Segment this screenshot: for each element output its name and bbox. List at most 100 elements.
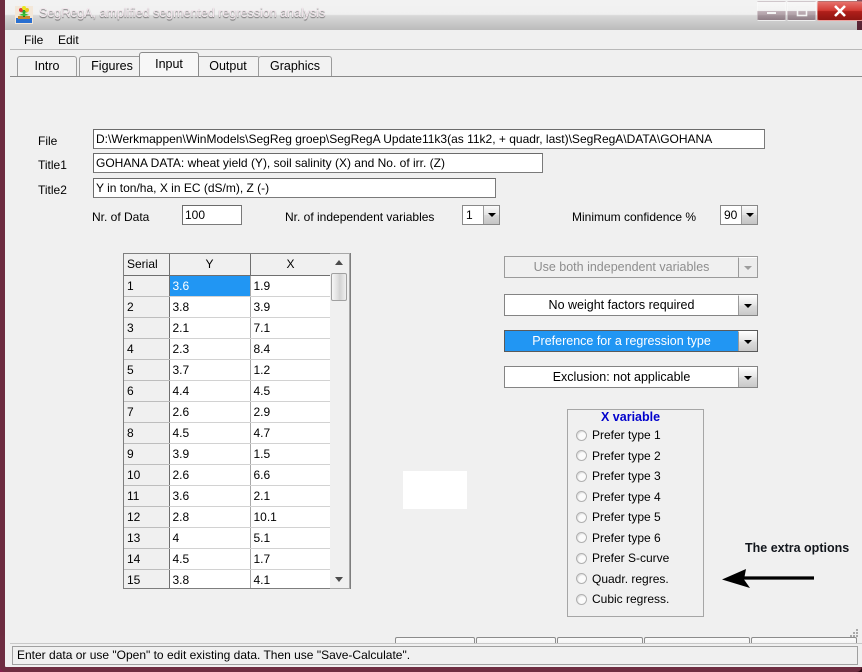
radio-button-icon[interactable] [576,511,587,523]
scroll-down-button[interactable] [330,571,348,588]
cell-x[interactable]: 6.6 [250,464,332,486]
cell-y[interactable]: 3.8 [169,296,251,318]
minimize-button[interactable] [757,1,786,21]
independent-variables-combo-button[interactable] [738,257,757,277]
radio-prefer-option-8[interactable]: Quadr. regres. [576,572,669,586]
table-row[interactable]: 7 2.6 2.9 [124,401,332,423]
nr-of-data-input[interactable]: 100 [182,205,242,225]
tab-graphics[interactable]: Graphics [258,56,332,76]
title2-input[interactable]: Y in ton/ha, X in EC (dS/m), Z (-) [93,178,496,198]
radio-prefer-option-5[interactable]: Prefer type 5 [576,510,661,524]
cell-x[interactable]: 1.2 [250,359,332,381]
cell-x[interactable]: 4.5 [250,380,332,402]
cell-x[interactable]: 1.5 [250,443,332,465]
cell-y[interactable]: 2.3 [169,338,251,360]
cell-y[interactable]: 4 [169,527,251,549]
scrollbar-thumb[interactable] [331,273,347,301]
radio-prefer-option-7[interactable]: Prefer S-curve [576,551,669,565]
radio-button-icon[interactable] [576,573,587,584]
title-bar[interactable]: SegRegA, amplified segmented regression … [5,0,862,30]
cell-y[interactable]: 3.7 [169,359,251,381]
radio-prefer-option-3[interactable]: Prefer type 3 [576,469,661,483]
maximize-button[interactable] [787,1,816,21]
cell-y[interactable]: 3.8 [169,569,251,588]
regression-type-combo-button[interactable] [738,331,757,351]
radio-prefer-option-6[interactable]: Prefer type 6 [576,531,661,545]
data-grid-scrollbar[interactable] [330,253,350,589]
tab-input[interactable]: Input [139,52,199,76]
table-row[interactable]: 10 2.6 6.6 [124,464,332,486]
cell-x[interactable]: 4.1 [250,569,332,588]
nr-independent-variables-select[interactable]: 1 [462,205,500,225]
cell-y[interactable]: 2.6 [169,464,251,486]
cell-x[interactable]: 3.9 [250,296,332,318]
menu-edit[interactable]: Edit [52,33,85,47]
cell-y[interactable]: 3.6 [169,485,251,507]
title1-input[interactable]: GOHANA DATA: wheat yield (Y), soil salin… [93,153,543,173]
exclusion-combo[interactable]: Exclusion: not applicable [504,366,758,388]
cell-x[interactable]: 1.9 [250,275,332,297]
minimum-confidence-select[interactable]: 90 [720,205,758,225]
regression-type-combo[interactable]: Preference for a regression type [504,330,758,352]
cell-x[interactable]: 10.1 [250,506,332,528]
scroll-up-button[interactable] [330,254,348,271]
radio-button-icon[interactable] [576,429,587,441]
radio-button-icon[interactable] [576,532,587,543]
tab-output[interactable]: Output [196,56,260,76]
table-row[interactable]: 3 2.1 7.1 [124,317,332,339]
radio-prefer-option-9[interactable]: Cubic regress. [576,592,669,606]
column-header-serial[interactable]: Serial [124,254,170,276]
table-row[interactable]: 12 2.8 10.1 [124,506,332,528]
table-row[interactable]: 9 3.9 1.5 [124,443,332,465]
data-grid[interactable]: Serial Y X 1 3.6 1.9 2 3.8 3.9 3 2.1 7.1 4 2.3 8.4 5… [123,253,351,589]
cell-y[interactable]: 3.9 [169,443,251,465]
table-row[interactable]: 13 4 5.1 [124,527,332,549]
close-button[interactable] [817,1,862,21]
radio-prefer-option-1[interactable]: Prefer type 1 [576,428,661,442]
table-row[interactable]: 15 3.8 4.1 [124,569,332,588]
file-input[interactable]: D:\Werkmappen\WinModels\SegReg groep\Seg… [93,129,765,149]
tab-intro[interactable]: Intro [17,56,77,76]
cell-x[interactable]: 4.7 [250,422,332,444]
radio-button-icon[interactable] [576,593,587,605]
cell-y[interactable]: 4.5 [169,422,251,444]
column-header-x[interactable]: X [250,254,332,276]
cell-y[interactable]: 4.4 [169,380,251,402]
table-row[interactable]: 5 3.7 1.2 [124,359,332,381]
radio-prefer-option-4[interactable]: Prefer type 4 [576,490,661,504]
cell-y[interactable]: 2.1 [169,317,251,339]
radio-button-icon[interactable] [576,552,587,564]
cell-x[interactable]: 2.9 [250,401,332,423]
cell-y[interactable]: 3.6 [169,275,251,297]
cell-y[interactable]: 2.8 [169,506,251,528]
weight-factors-combo[interactable]: No weight factors required [504,294,758,316]
nr-independent-variables-dropdown-button[interactable] [483,206,499,224]
radio-button-icon[interactable] [576,491,587,502]
exclusion-combo-button[interactable] [738,367,757,387]
table-row[interactable]: 8 4.5 4.7 [124,422,332,444]
resize-grip-icon[interactable] [846,627,860,641]
cell-x[interactable]: 1.7 [250,548,332,570]
cell-y[interactable]: 2.6 [169,401,251,423]
independent-variables-combo[interactable]: Use both independent variables [504,256,758,278]
weight-factors-combo-button[interactable] [738,295,757,315]
radio-button-icon[interactable] [576,470,587,482]
menu-file[interactable]: File [18,33,49,47]
radio-prefer-option-2[interactable]: Prefer type 2 [576,449,661,463]
table-row[interactable]: 4 2.3 8.4 [124,338,332,360]
cell-x[interactable]: 5.1 [250,527,332,549]
cell-x[interactable]: 7.1 [250,317,332,339]
table-row[interactable]: 1 3.6 1.9 [124,275,332,297]
table-row[interactable]: 11 3.6 2.1 [124,485,332,507]
column-header-y[interactable]: Y [169,254,251,276]
minimum-confidence-dropdown-button[interactable] [741,206,757,224]
cell-serial: 6 [124,380,170,402]
cell-y[interactable]: 4.5 [169,548,251,570]
cell-x[interactable]: 2.1 [250,485,332,507]
table-row[interactable]: 2 3.8 3.9 [124,296,332,318]
tab-figures[interactable]: Figures [79,56,145,76]
table-row[interactable]: 6 4.4 4.5 [124,380,332,402]
radio-button-icon[interactable] [576,450,587,461]
table-row[interactable]: 14 4.5 1.7 [124,548,332,570]
cell-x[interactable]: 8.4 [250,338,332,360]
